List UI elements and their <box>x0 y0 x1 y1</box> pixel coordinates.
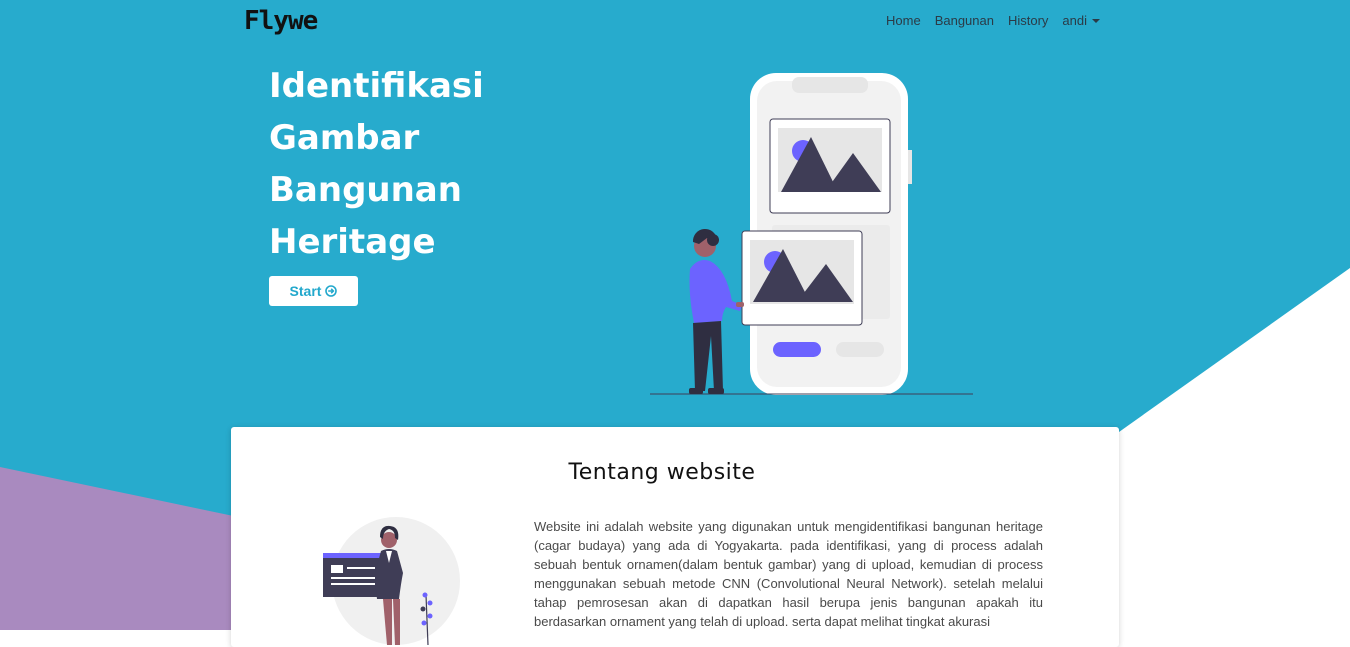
arrow-circle-right-icon <box>325 285 338 297</box>
about-card: Tentang website Website ini adalah websi… <box>231 427 1119 647</box>
about-title: Tentang website <box>568 460 756 485</box>
about-text: Website ini adalah website yang digunaka… <box>534 519 1043 629</box>
hero-title-line: Identifikasi <box>269 66 484 106</box>
start-label: Start <box>289 283 322 299</box>
nav-history[interactable]: History <box>1008 13 1048 28</box>
hero-title-line: Bangunan <box>269 170 462 210</box>
user-dropdown[interactable]: andi <box>1062 13 1100 28</box>
main-nav: Home Bangunan History andi <box>886 13 1100 28</box>
brand-logo[interactable]: Flywe <box>244 6 318 36</box>
hero-title: Identifikasi Gambar Bangunan Heritage <box>269 60 529 268</box>
hero-title-line: Gambar <box>269 118 420 158</box>
user-name: andi <box>1062 13 1087 28</box>
start-button[interactable]: Start <box>269 276 358 306</box>
about-illustration <box>323 517 460 645</box>
hero-illustration <box>650 73 973 395</box>
caret-down-icon <box>1092 19 1100 23</box>
hero-title-line: Heritage <box>269 222 436 262</box>
nav-bangunan[interactable]: Bangunan <box>935 13 994 28</box>
nav-home[interactable]: Home <box>886 13 921 28</box>
